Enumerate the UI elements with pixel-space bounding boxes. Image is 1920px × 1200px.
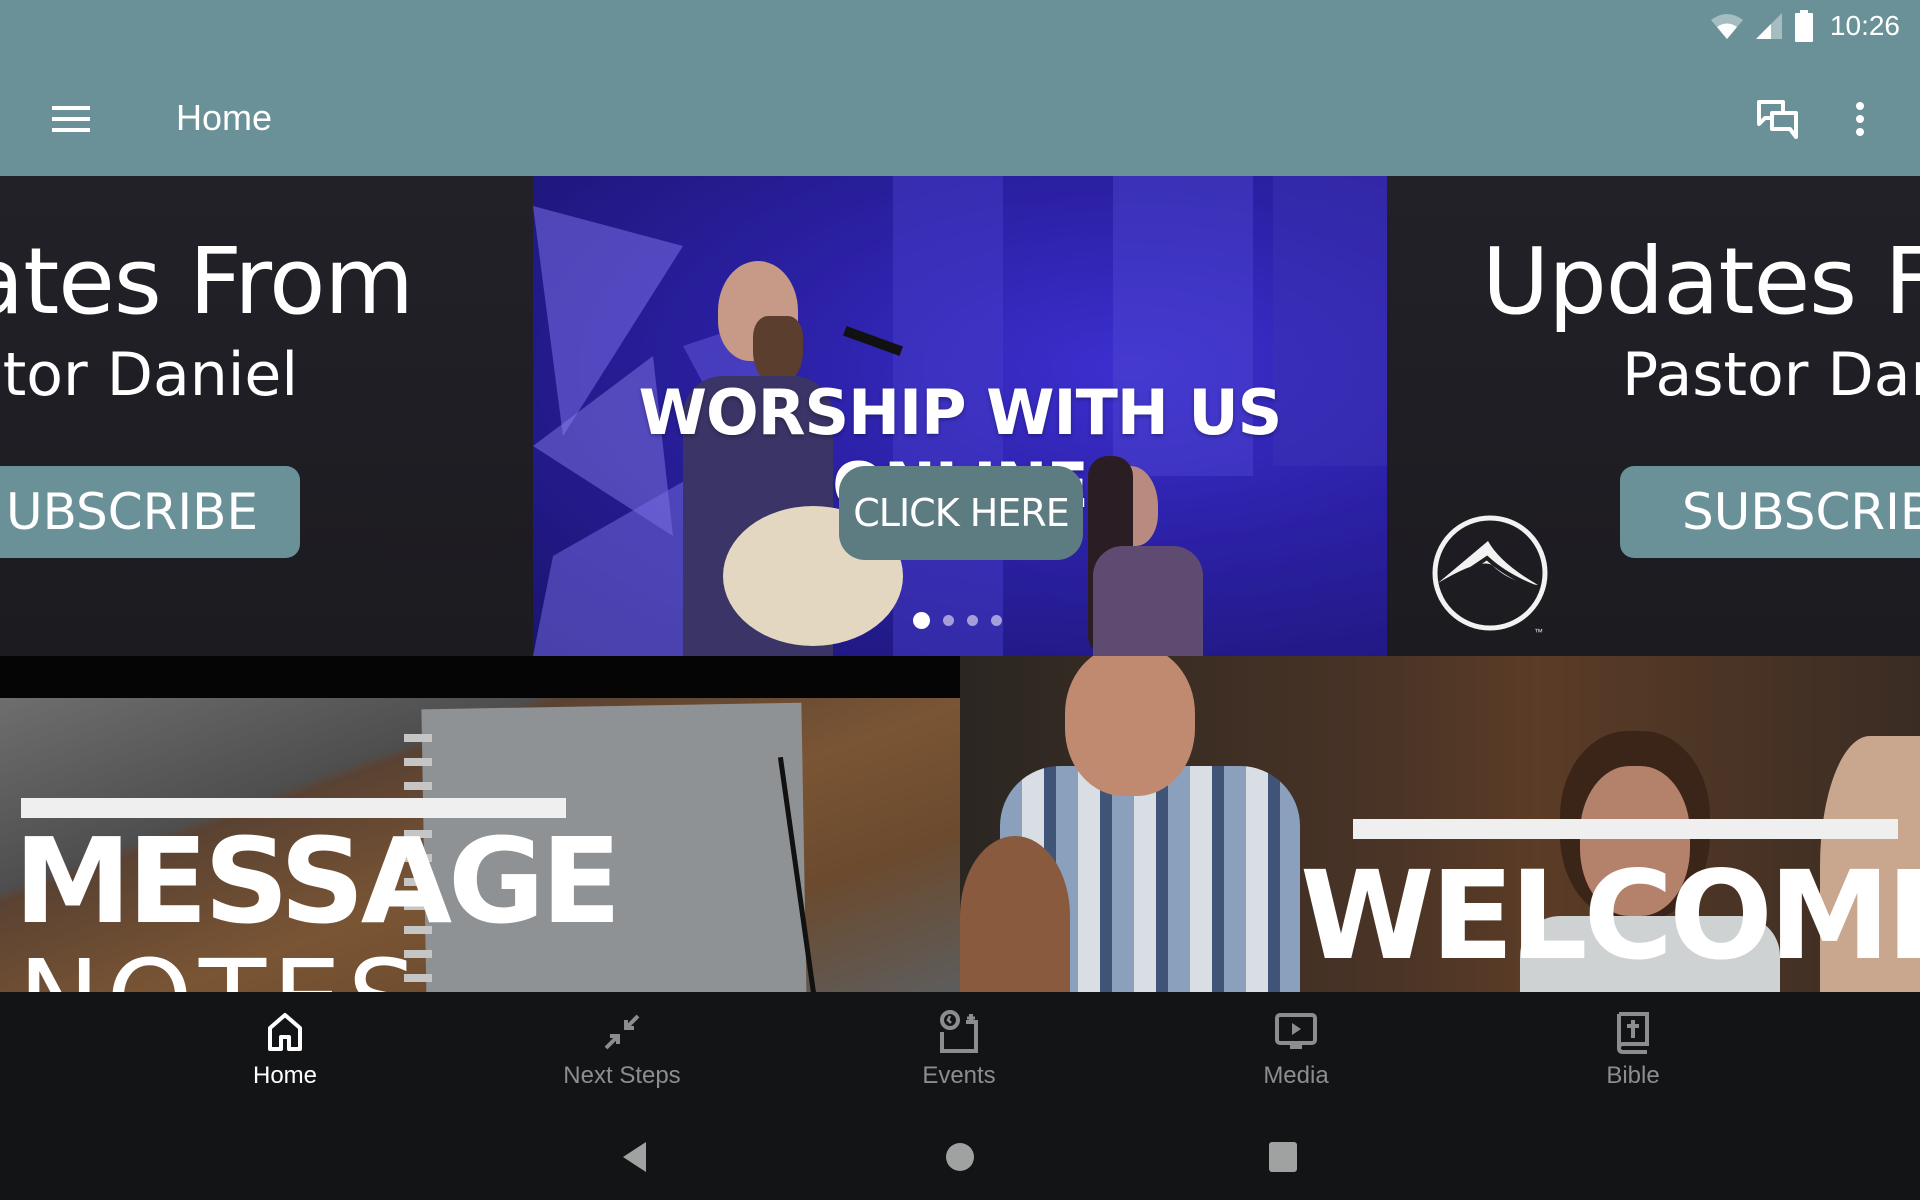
back-button[interactable] (605, 1132, 665, 1182)
click-here-button[interactable]: CLICK HERE (839, 466, 1083, 560)
status-bar: 10:26 (0, 0, 1920, 62)
page-dot-3[interactable] (967, 615, 978, 626)
more-vertical-icon (1856, 102, 1864, 136)
system-navigation-bar (0, 1110, 1920, 1200)
wifi-icon (1710, 14, 1743, 39)
subscribe-button[interactable]: UBSCRIBE (0, 466, 300, 558)
navigation-menu-button[interactable] (40, 87, 104, 151)
home-circle-icon (946, 1143, 974, 1171)
nav-item-media[interactable]: Media (1176, 992, 1416, 1110)
vocalist-body (1093, 546, 1203, 656)
bottom-navigation: Home Next Steps Events Media Bible (0, 992, 1920, 1110)
page-dot-2[interactable] (943, 615, 954, 626)
nav-label: Bible (1606, 1062, 1660, 1089)
tile-title: WELCOME (1300, 845, 1920, 987)
church-logo-icon: ™ (1432, 515, 1548, 637)
page-dot-1[interactable] (913, 612, 930, 629)
page-dot-4[interactable] (991, 615, 1002, 626)
trademark-mark: ™ (1534, 627, 1543, 637)
arrows-inward-icon (604, 1014, 640, 1050)
recents-button[interactable] (1253, 1132, 1313, 1182)
chat-bubbles-icon (1757, 100, 1798, 139)
man-head (1065, 656, 1195, 796)
nav-label: Events (922, 1062, 996, 1089)
bible-icon (1616, 1012, 1649, 1054)
message-notes-tile[interactable]: MESSAGE NOTES (0, 656, 960, 992)
home-button[interactable] (930, 1132, 990, 1182)
slide-title: Updates F (1482, 228, 1920, 335)
nav-item-home[interactable]: Home (165, 992, 405, 1110)
nav-label: Home (252, 1062, 318, 1089)
clock: 10:26 (1829, 10, 1900, 41)
calendar-clock-icon (940, 1010, 978, 1053)
slide-title: ates From (0, 228, 414, 335)
cell-signal-icon (1755, 13, 1782, 39)
status-icons: 10:26 (1710, 6, 1900, 46)
slide-subtitle: stor Daniel (0, 340, 298, 410)
nav-item-events[interactable]: Events (839, 992, 1079, 1110)
battery-icon (1794, 10, 1813, 42)
slide-subtitle: Pastor Dar (1622, 340, 1920, 410)
hamburger-menu-icon (52, 106, 90, 132)
woman-figure (960, 836, 1070, 992)
tile-subtitle: NOTES (18, 940, 423, 992)
welcome-tile[interactable]: WELCOME (960, 656, 1920, 992)
chat-button[interactable] (1746, 87, 1810, 151)
home-icon (268, 1013, 302, 1051)
nav-label: Media (1263, 1062, 1329, 1089)
carousel-slide-previous[interactable]: ates From stor Daniel UBSCRIBE (0, 176, 533, 656)
nav-item-bible[interactable]: Bible (1513, 992, 1753, 1110)
tile-title: MESSAGE (14, 812, 621, 950)
recents-icon (1269, 1142, 1297, 1172)
more-options-button[interactable] (1828, 87, 1892, 151)
nav-label: Next Steps (563, 1062, 681, 1089)
play-screen-icon (1275, 1013, 1317, 1049)
back-icon (623, 1142, 646, 1172)
title-underline-bar (1353, 819, 1898, 839)
subscribe-button[interactable]: SUBSCRIB (1620, 466, 1920, 558)
banner-carousel[interactable]: ates From stor Daniel UBSCRIBE WORSHIP W… (0, 176, 1920, 656)
carousel-page-indicator (913, 612, 1002, 629)
app-toolbar: Home (0, 62, 1920, 176)
page-title: Home (176, 97, 273, 138)
nav-item-next-steps[interactable]: Next Steps (502, 992, 742, 1110)
carousel-slide-current[interactable]: WORSHIP WITH US ONLINE CLICK HERE (533, 176, 1387, 656)
carousel-slide-next[interactable]: Updates F Pastor Dar SUBSCRIB ™ (1387, 176, 1920, 656)
